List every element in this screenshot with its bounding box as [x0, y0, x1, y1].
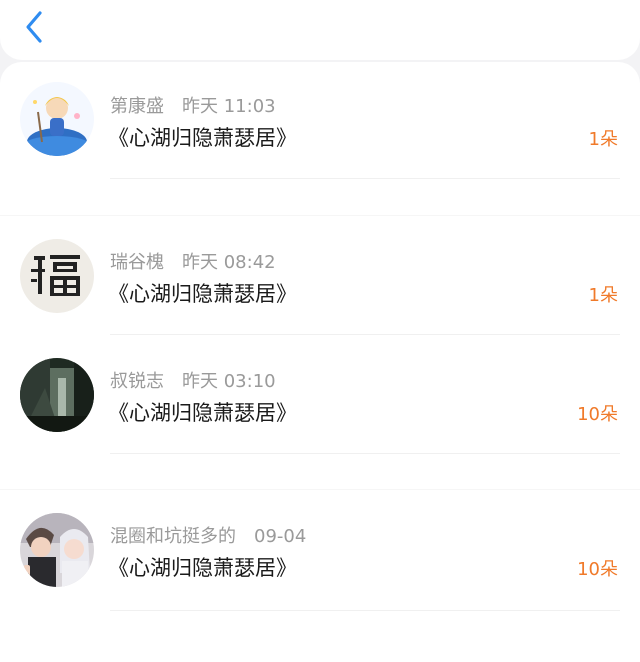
- list-item[interactable]: 第康盛 昨天 11:03 《心湖归隐萧瑟居》 1朵: [0, 62, 640, 202]
- work-title: 《心湖归隐萧瑟居》: [108, 282, 297, 306]
- top-nav-bar: [0, 0, 640, 60]
- send-time: 09-04: [254, 526, 307, 547]
- back-button[interactable]: [20, 8, 54, 48]
- sender-name: 混圈和坑挺多的: [110, 526, 236, 547]
- sender-meta: 混圈和坑挺多的 09-04: [110, 522, 306, 548]
- work-title: 《心湖归隐萧瑟居》: [108, 126, 297, 150]
- list-item[interactable]: 叔锐志 昨天 03:10 《心湖归隐萧瑟居》 10朵: [0, 348, 640, 458]
- work-title: 《心湖归隐萧瑟居》: [108, 401, 297, 425]
- list-item[interactable]: 瑞谷槐 昨天 08:42 《心湖归隐萧瑟居》 1朵: [0, 230, 640, 340]
- sender-meta: 瑞谷槐 昨天 08:42: [110, 248, 276, 274]
- avatar[interactable]: [20, 239, 94, 313]
- divider: [110, 334, 620, 335]
- sender-name: 瑞谷槐: [110, 252, 164, 273]
- send-time: 昨天 11:03: [182, 96, 276, 117]
- sender-meta: 叔锐志 昨天 03:10: [110, 367, 276, 393]
- gift-count: 1朵: [588, 129, 618, 150]
- gift-count: 1朵: [588, 285, 618, 306]
- work-title: 《心湖归隐萧瑟居》: [108, 556, 297, 580]
- sender-name: 第康盛: [110, 96, 164, 117]
- divider: [110, 610, 620, 611]
- chevron-left-icon: [26, 11, 42, 43]
- send-time: 昨天 08:42: [182, 252, 276, 273]
- gift-count: 10朵: [577, 559, 618, 580]
- avatar[interactable]: [20, 513, 94, 587]
- divider: [0, 489, 640, 490]
- avatar[interactable]: [20, 358, 94, 432]
- sender-meta: 第康盛 昨天 11:03: [110, 92, 276, 118]
- list-item[interactable]: 混圈和坑挺多的 09-04 《心湖归隐萧瑟居》 10朵: [0, 500, 640, 623]
- divider: [110, 453, 620, 454]
- divider: [0, 215, 640, 216]
- avatar[interactable]: [20, 82, 94, 156]
- divider: [110, 178, 620, 179]
- gift-count: 10朵: [577, 404, 618, 425]
- send-time: 昨天 03:10: [182, 371, 276, 392]
- sender-name: 叔锐志: [110, 371, 164, 392]
